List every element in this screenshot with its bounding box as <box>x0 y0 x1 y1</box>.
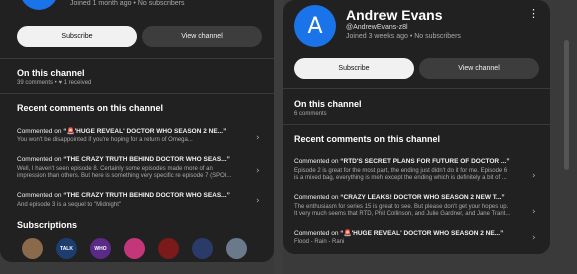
chevron-right-icon: › <box>256 196 260 206</box>
channel-avatar[interactable]: A <box>20 0 58 10</box>
comment-video-title: “THE CRAZY TRUTH BEHIND DOCTOR WHO SEAS.… <box>63 156 230 163</box>
view-channel-button[interactable]: View channel <box>419 58 539 79</box>
subscribe-button[interactable]: Subscribe <box>294 58 414 79</box>
subscription-avatar[interactable]: TALK <box>56 238 77 259</box>
on-channel-stats: 39 comments • ♥ 1 received <box>17 80 92 86</box>
comment-body: impression than others. But here is some… <box>17 173 232 179</box>
comment-prefix: Commented on <box>294 158 341 165</box>
channel-meta: Joined 1 month ago • No subscribers <box>70 0 185 7</box>
comment-heading: Commented on “RTD'S SECRET PLANS FOR FUT… <box>294 158 510 165</box>
comment-heading: Commented on “THE CRAZY TRUTH BEHIND DOC… <box>17 156 230 163</box>
subscription-avatar[interactable] <box>22 238 43 259</box>
chevron-right-icon: › <box>532 207 536 217</box>
divider <box>0 58 274 59</box>
comment-video-title: “RTD'S SECRET PLANS FOR FUTURE OF DOCTOR… <box>340 158 510 165</box>
subscription-avatar[interactable] <box>192 238 213 259</box>
subscription-avatar[interactable] <box>226 238 247 259</box>
chevron-right-icon: › <box>256 133 260 143</box>
on-channel-stats: 6 comments <box>294 111 327 117</box>
on-channel-title: On this channel <box>294 99 362 109</box>
comment-video-title: “🚨'HUGE REVEAL' DOCTOR WHO SEASON 2 NE..… <box>63 128 227 135</box>
comment-prefix: Commented on <box>294 230 341 237</box>
channel-card-right: A Andrew Evans @AndrewEvans-z8l Joined 3… <box>283 0 550 254</box>
channel-name[interactable]: Andrew Evans <box>346 7 442 23</box>
card-gap <box>274 0 283 274</box>
comment-heading: Commented on “THE CRAZY TRUTH BEHIND DOC… <box>17 192 230 199</box>
more-options-icon[interactable]: ⋮ <box>528 7 539 20</box>
comment-video-title: “THE CRAZY TRUTH BEHIND DOCTOR WHO SEAS.… <box>63 192 230 199</box>
subscriptions-title: Subscriptions <box>17 220 78 230</box>
channel-avatar[interactable]: A <box>294 5 336 47</box>
comment-body: Flood - Rain - Rani <box>294 239 345 245</box>
recent-comments-title: Recent comments on this channel <box>17 103 164 113</box>
divider <box>283 88 550 89</box>
subscribe-button[interactable]: Subscribe <box>17 26 137 47</box>
divider <box>0 93 274 94</box>
comment-prefix: Commented on <box>17 192 64 199</box>
scrollbar-track[interactable] <box>550 0 577 274</box>
subscription-avatar[interactable]: WHO <box>90 238 111 259</box>
channel-meta: Joined 3 weeks ago • No subscribers <box>346 33 461 40</box>
comment-prefix: Commented on <box>17 128 64 135</box>
subscription-avatar[interactable] <box>124 238 145 259</box>
comment-prefix: Commented on <box>294 194 341 201</box>
subscription-avatar[interactable] <box>158 238 179 259</box>
recent-comments-title: Recent comments on this channel <box>294 134 441 144</box>
comment-body: It very much seems that RTD, Phil Collin… <box>294 211 511 217</box>
comment-prefix: Commented on <box>17 156 64 163</box>
chevron-right-icon: › <box>532 171 536 181</box>
comment-body: is a mixed bag, everything is meh except… <box>294 175 507 181</box>
comment-video-title: “CRAZY LEAKS! DOCTOR WHO SEASON 2 NEW T.… <box>340 194 505 201</box>
scrollbar-thumb[interactable] <box>564 40 569 170</box>
chevron-right-icon: › <box>256 166 260 176</box>
on-channel-title: On this channel <box>17 68 85 78</box>
comment-video-title: “🚨'HUGE REVEAL' DOCTOR WHO SEASON 2 NE..… <box>340 230 504 237</box>
comment-body: And episode 3 is a sequel to "Midnight" <box>17 202 121 208</box>
channel-handle: @AndrewEvans-z8l <box>346 24 408 31</box>
comment-heading: Commented on “🚨'HUGE REVEAL' DOCTOR WHO … <box>294 229 503 237</box>
divider <box>283 124 550 125</box>
comment-heading: Commented on “🚨'HUGE REVEAL' DOCTOR WHO … <box>17 127 226 135</box>
chevron-right-icon: › <box>532 233 536 243</box>
subscriptions-list: TALK WHO <box>22 238 247 259</box>
view-channel-button[interactable]: View channel <box>142 26 262 47</box>
channel-card-left: A Joined 1 month ago • No subscribers Su… <box>0 0 274 262</box>
comment-heading: Commented on “CRAZY LEAKS! DOCTOR WHO SE… <box>294 194 505 201</box>
comment-body: You won't be disappointed if you're hopi… <box>17 137 193 143</box>
